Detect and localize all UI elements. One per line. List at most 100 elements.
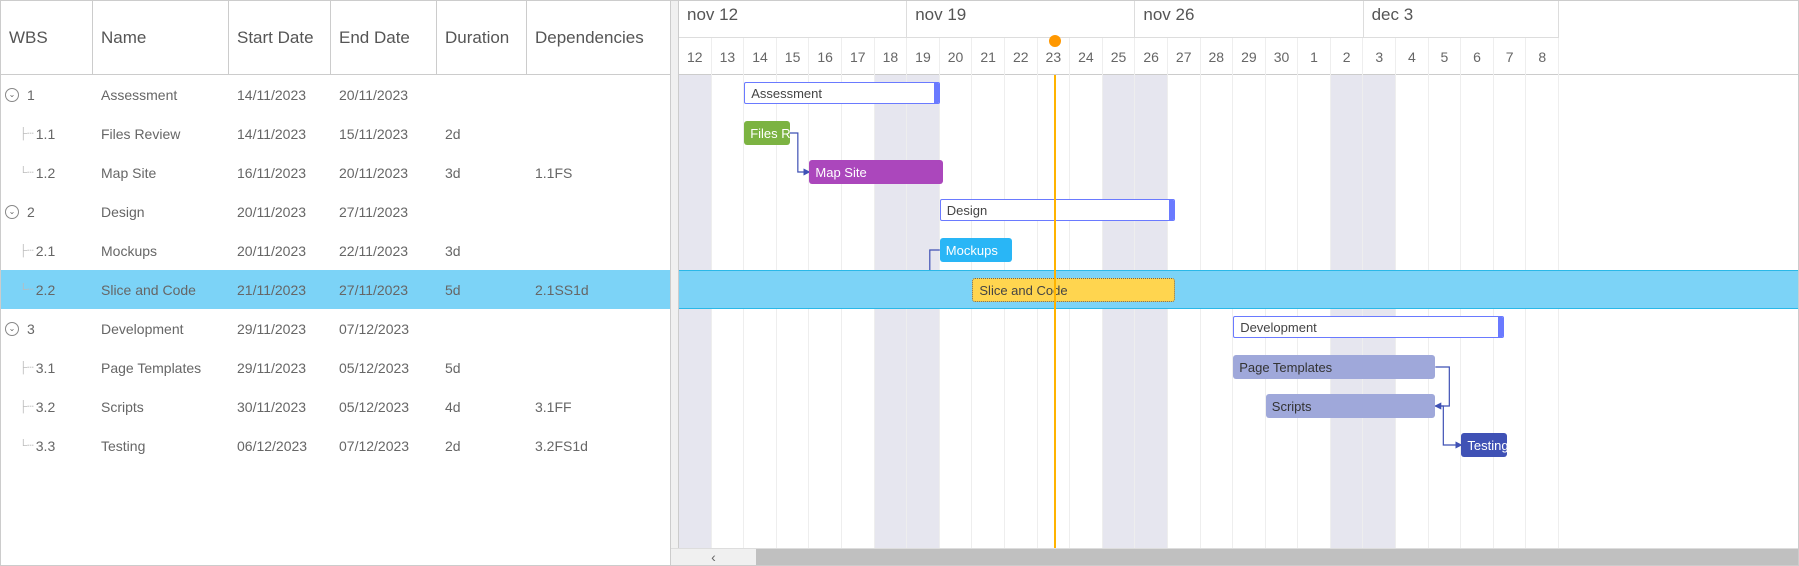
chart-row[interactable]: Map Site — [679, 153, 1798, 192]
cell-name[interactable]: Files Review — [93, 114, 229, 153]
cell-name[interactable]: Assessment — [93, 75, 229, 114]
chart-row[interactable]: Page Templates — [679, 348, 1798, 387]
chart-row[interactable]: Mockups — [679, 231, 1798, 270]
cell-name[interactable]: Slice and Code — [93, 270, 229, 309]
table-row[interactable]: ├┄2.1Mockups20/11/202322/11/20233d — [1, 231, 670, 270]
cell-duration[interactable]: 5d — [437, 348, 527, 387]
chart-row[interactable]: Scripts — [679, 387, 1798, 426]
chart-row[interactable]: Assessment — [679, 75, 1798, 114]
cell-wbs[interactable]: ⌄3 — [1, 309, 93, 348]
cell-start[interactable]: 16/11/2023 — [229, 153, 331, 192]
task-bar[interactable]: Testing — [1461, 433, 1507, 457]
cell-duration[interactable]: 2d — [437, 426, 527, 465]
cell-wbs[interactable]: ├┄2.1 — [1, 231, 93, 270]
cell-start[interactable]: 20/11/2023 — [229, 192, 331, 231]
cell-name[interactable]: Page Templates — [93, 348, 229, 387]
cell-end[interactable]: 05/12/2023 — [331, 387, 437, 426]
summary-bar[interactable]: Design — [940, 199, 1175, 221]
cell-duration[interactable]: 4d — [437, 387, 527, 426]
cell-duration[interactable] — [437, 75, 527, 114]
scroll-thumb[interactable] — [756, 549, 1798, 566]
cell-wbs[interactable]: └┄2.2 — [1, 270, 93, 309]
cell-name[interactable]: Map Site — [93, 153, 229, 192]
cell-start[interactable]: 29/11/2023 — [229, 309, 331, 348]
task-bar[interactable]: Files Review — [744, 121, 790, 145]
cell-name[interactable]: Scripts — [93, 387, 229, 426]
cell-wbs[interactable]: ⌄1 — [1, 75, 93, 114]
cell-wbs[interactable]: └┄3.3 — [1, 426, 93, 465]
cell-dependencies[interactable] — [527, 309, 667, 348]
table-row[interactable]: └┄3.3Testing06/12/202307/12/20232d3.2FS1… — [1, 426, 670, 465]
task-bar[interactable]: Scripts — [1266, 394, 1436, 418]
cell-name[interactable]: Design — [93, 192, 229, 231]
cell-duration[interactable] — [437, 309, 527, 348]
table-row[interactable]: ⌄1Assessment14/11/202320/11/2023 — [1, 75, 670, 114]
table-row[interactable]: ⌄2Design20/11/202327/11/2023 — [1, 192, 670, 231]
column-header-name[interactable]: Name — [93, 1, 229, 74]
cell-end[interactable]: 05/12/2023 — [331, 348, 437, 387]
chart-row[interactable]: Files Review — [679, 114, 1798, 153]
cell-end[interactable]: 27/11/2023 — [331, 192, 437, 231]
cell-dependencies[interactable] — [527, 231, 667, 270]
collapse-icon[interactable]: ⌄ — [5, 88, 19, 102]
table-row[interactable]: ⌄3Development29/11/202307/12/2023 — [1, 309, 670, 348]
table-row[interactable]: ├┄1.1Files Review14/11/202315/11/20232d — [1, 114, 670, 153]
horizontal-scrollbar[interactable]: ‹ — [671, 548, 1798, 565]
column-header-dependencies[interactable]: Dependencies — [527, 1, 667, 74]
cell-dependencies[interactable] — [527, 192, 667, 231]
column-header-start[interactable]: Start Date — [229, 1, 331, 74]
cell-end[interactable]: 07/12/2023 — [331, 426, 437, 465]
cell-dependencies[interactable] — [527, 348, 667, 387]
cell-name[interactable]: Mockups — [93, 231, 229, 270]
cell-wbs[interactable]: └┄1.2 — [1, 153, 93, 192]
chart-row[interactable]: Development — [679, 309, 1798, 348]
collapse-icon[interactable]: ⌄ — [5, 322, 19, 336]
cell-end[interactable]: 07/12/2023 — [331, 309, 437, 348]
cell-duration[interactable]: 3d — [437, 231, 527, 270]
cell-dependencies[interactable]: 1.1FS — [527, 153, 667, 192]
cell-end[interactable]: 22/11/2023 — [331, 231, 437, 270]
cell-start[interactable]: 14/11/2023 — [229, 114, 331, 153]
table-row[interactable]: ├┄3.1Page Templates29/11/202305/12/20235… — [1, 348, 670, 387]
table-row[interactable]: ├┄3.2Scripts30/11/202305/12/20234d3.1FF — [1, 387, 670, 426]
summary-bar[interactable]: Development — [1233, 316, 1504, 338]
collapse-icon[interactable]: ⌄ — [5, 205, 19, 219]
cell-wbs[interactable]: ├┄1.1 — [1, 114, 93, 153]
column-header-wbs[interactable]: WBS — [1, 1, 93, 74]
cell-duration[interactable] — [437, 192, 527, 231]
column-header-duration[interactable]: Duration — [437, 1, 527, 74]
cell-dependencies[interactable]: 2.1SS1d — [527, 270, 667, 309]
cell-start[interactable]: 06/12/2023 — [229, 426, 331, 465]
cell-wbs[interactable]: ├┄3.1 — [1, 348, 93, 387]
cell-start[interactable]: 14/11/2023 — [229, 75, 331, 114]
cell-start[interactable]: 30/11/2023 — [229, 387, 331, 426]
cell-dependencies[interactable] — [527, 75, 667, 114]
cell-wbs[interactable]: ⌄2 — [1, 192, 93, 231]
scroll-left-icon[interactable]: ‹ — [671, 549, 756, 565]
cell-start[interactable]: 29/11/2023 — [229, 348, 331, 387]
cell-end[interactable]: 20/11/2023 — [331, 75, 437, 114]
cell-end[interactable]: 27/11/2023 — [331, 270, 437, 309]
cell-duration[interactable]: 3d — [437, 153, 527, 192]
task-bar[interactable]: Page Templates — [1233, 355, 1435, 379]
task-bar[interactable]: Map Site — [809, 160, 943, 184]
chart-area[interactable]: Assessment Files Review Map Site Design Mock… — [679, 75, 1798, 548]
cell-dependencies[interactable]: 3.2FS1d — [527, 426, 667, 465]
cell-dependencies[interactable] — [527, 114, 667, 153]
chart-row[interactable]: Design — [679, 192, 1798, 231]
task-bar[interactable]: Slice and Code — [972, 278, 1174, 302]
chart-row[interactable]: Testing — [679, 426, 1798, 465]
table-row[interactable]: └┄2.2Slice and Code21/11/202327/11/20235… — [1, 270, 670, 309]
task-bar[interactable]: Mockups — [940, 238, 1012, 262]
cell-name[interactable]: Development — [93, 309, 229, 348]
table-row[interactable]: └┄1.2Map Site16/11/202320/11/20233d1.1FS — [1, 153, 670, 192]
cell-dependencies[interactable]: 3.1FF — [527, 387, 667, 426]
cell-end[interactable]: 15/11/2023 — [331, 114, 437, 153]
cell-start[interactable]: 20/11/2023 — [229, 231, 331, 270]
cell-name[interactable]: Testing — [93, 426, 229, 465]
cell-end[interactable]: 20/11/2023 — [331, 153, 437, 192]
column-header-end[interactable]: End Date — [331, 1, 437, 74]
cell-wbs[interactable]: ├┄3.2 — [1, 387, 93, 426]
cell-start[interactable]: 21/11/2023 — [229, 270, 331, 309]
cell-duration[interactable]: 2d — [437, 114, 527, 153]
